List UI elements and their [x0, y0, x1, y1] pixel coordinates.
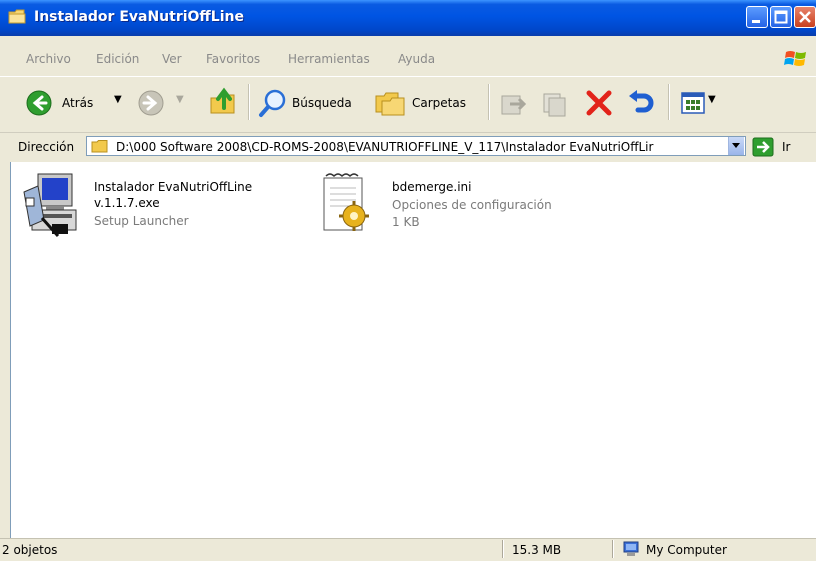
file-type: Opciones de configuración: [392, 198, 552, 212]
window-title: Instalador EvaNutriOffLine: [34, 9, 244, 25]
my-computer-icon: [623, 541, 639, 556]
address-dropdown-button[interactable]: [728, 137, 744, 155]
search-icon[interactable]: [258, 88, 288, 118]
status-object-count: 2 objetos: [2, 543, 58, 557]
go-arrow-icon[interactable]: [752, 137, 774, 157]
back-dropdown-chevron-icon[interactable]: ▼: [114, 94, 122, 105]
maximize-button[interactable]: [770, 6, 792, 28]
close-button[interactable]: [794, 6, 816, 28]
menu-ayuda[interactable]: Ayuda: [398, 52, 435, 66]
title-bar[interactable]: Instalador EvaNutriOffLine: [0, 0, 816, 36]
menu-archivo[interactable]: Archivo: [26, 52, 71, 66]
setup-installer-icon[interactable]: [22, 172, 78, 240]
status-total-size: 15.3 MB: [512, 543, 562, 557]
toolbar-separator: [668, 84, 670, 120]
views-dropdown-chevron-icon[interactable]: ▼: [708, 94, 716, 105]
toolbar-separator: [248, 84, 250, 120]
address-path[interactable]: D:\000 Software 2008\CD-ROMS-2008\EVANUT…: [116, 140, 724, 154]
undo-icon[interactable]: [626, 88, 656, 118]
search-label[interactable]: Búsqueda: [292, 96, 352, 110]
menu-bar: Archivo Edición Ver Favoritos Herramient…: [0, 46, 816, 72]
forward-arrow-icon[interactable]: [138, 90, 164, 116]
folders-icon[interactable]: [374, 88, 406, 116]
folders-label[interactable]: Carpetas: [412, 96, 466, 110]
views-icon[interactable]: [680, 90, 706, 116]
move-to-folder-icon[interactable]: [498, 88, 528, 118]
back-label[interactable]: Atrás: [62, 96, 93, 110]
toolbar-separator: [488, 84, 490, 120]
status-divider: [502, 540, 504, 558]
maximize-icon: [774, 10, 788, 24]
back-arrow-icon[interactable]: [26, 90, 52, 116]
file-size: 1 KB: [392, 215, 420, 229]
menu-edicion[interactable]: Edición: [96, 52, 139, 66]
file-name-line2[interactable]: v.1.1.7.exe: [94, 196, 160, 210]
file-name[interactable]: bdemerge.ini: [392, 180, 472, 194]
delete-icon[interactable]: [584, 88, 614, 118]
go-label[interactable]: Ir: [782, 140, 790, 154]
file-name[interactable]: Instalador EvaNutriOffLine: [94, 180, 252, 194]
windows-logo-icon: [784, 51, 806, 66]
menu-herramientas[interactable]: Herramientas: [288, 52, 370, 66]
minimize-button[interactable]: [746, 6, 768, 28]
status-divider: [612, 540, 614, 558]
ini-config-file-icon[interactable]: [320, 172, 372, 238]
address-label: Dirección: [18, 140, 75, 154]
minimize-icon: [752, 20, 760, 23]
up-folder-icon[interactable]: [208, 86, 238, 116]
close-icon: [799, 11, 811, 23]
folder-icon: [8, 9, 26, 24]
menu-ver[interactable]: Ver: [162, 52, 182, 66]
chevron-down-icon: [732, 143, 740, 148]
copy-to-folder-icon[interactable]: [540, 88, 570, 118]
folder-icon: [91, 140, 108, 153]
explorer-window: Instalador EvaNutriOffLine Archivo Edici…: [0, 0, 816, 561]
menu-favoritos[interactable]: Favoritos: [206, 52, 260, 66]
file-type: Setup Launcher: [94, 214, 189, 228]
forward-dropdown-chevron-icon[interactable]: ▼: [176, 94, 184, 105]
status-zone: My Computer: [646, 543, 727, 557]
